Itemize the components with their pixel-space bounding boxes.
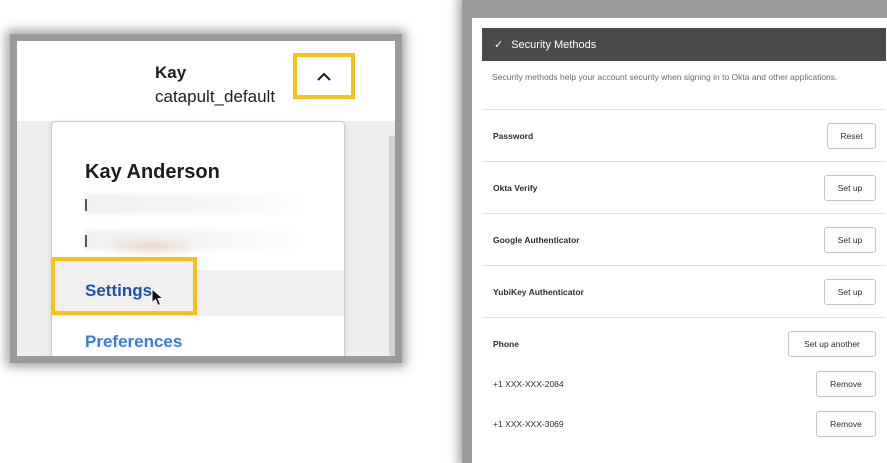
user-org-name: catapult_default bbox=[155, 87, 276, 106]
setup-yubikey-button[interactable]: Set up bbox=[824, 278, 876, 305]
remove-phone-button[interactable]: Remove bbox=[816, 411, 876, 437]
security-methods-description: Security methods help your account secur… bbox=[492, 72, 838, 82]
phone-number: +1 XXX-XXX-2084 bbox=[493, 379, 564, 389]
phone-entry-row: +1 XXX-XXX-2084 Remove bbox=[482, 364, 886, 404]
method-row-yubikey: YubiKey Authenticator Set up bbox=[482, 265, 886, 317]
user-menu-toggle-button[interactable] bbox=[293, 53, 355, 99]
redacted-email bbox=[85, 194, 309, 214]
mouse-pointer-icon bbox=[151, 288, 164, 307]
checkmark-icon: ✓ bbox=[494, 39, 504, 51]
phone-number: +1 XXX-XXX-3069 bbox=[493, 419, 564, 429]
method-label: YubiKey Authenticator bbox=[493, 286, 584, 297]
redaction-blur bbox=[112, 240, 192, 254]
redacted-marker bbox=[85, 199, 87, 211]
user-menu-panel: Kay catapult_default Kay Anderson Settin… bbox=[17, 41, 395, 356]
remove-phone-button[interactable]: Remove bbox=[816, 371, 876, 397]
security-methods-title: Security Methods bbox=[511, 38, 597, 51]
user-header: Kay catapult_default bbox=[17, 41, 395, 121]
chevron-up-icon bbox=[317, 72, 331, 81]
method-label: Phone bbox=[493, 338, 519, 349]
scrollbar[interactable] bbox=[389, 135, 395, 356]
method-row-okta-verify: Okta Verify Set up bbox=[482, 161, 886, 213]
reset-password-button[interactable]: Reset bbox=[827, 122, 876, 149]
preferences-menu-item[interactable]: Preferences bbox=[85, 332, 182, 352]
security-methods-panel: ✓ Security Methods Security methods help… bbox=[472, 18, 887, 463]
method-label: Okta Verify bbox=[493, 182, 538, 193]
setup-google-authenticator-button[interactable]: Set up bbox=[824, 226, 876, 253]
redacted-marker bbox=[85, 235, 87, 247]
method-label: Google Authenticator bbox=[493, 234, 580, 245]
method-row-phone: Phone Set up another bbox=[482, 317, 886, 369]
security-methods-header[interactable]: ✓ Security Methods bbox=[482, 28, 886, 61]
method-row-google-authenticator: Google Authenticator Set up bbox=[482, 213, 886, 265]
phone-entry-row: +1 XXX-XXX-3069 Remove bbox=[482, 404, 886, 444]
settings-menu-label[interactable]: Settings bbox=[85, 281, 152, 301]
method-label: Password bbox=[493, 130, 534, 141]
security-methods-screenshot: ✓ Security Methods Security methods help… bbox=[462, 0, 887, 463]
user-menu-screenshot: Kay catapult_default Kay Anderson Settin… bbox=[10, 34, 402, 363]
user-dropdown-menu: Kay Anderson Settings Preferences bbox=[51, 121, 345, 356]
setup-another-phone-button[interactable]: Set up another bbox=[788, 330, 876, 357]
setup-okta-verify-button[interactable]: Set up bbox=[824, 174, 876, 201]
method-row-password: Password Reset bbox=[482, 109, 886, 161]
user-first-name: Kay bbox=[155, 63, 187, 82]
user-full-name: Kay Anderson bbox=[85, 161, 220, 183]
